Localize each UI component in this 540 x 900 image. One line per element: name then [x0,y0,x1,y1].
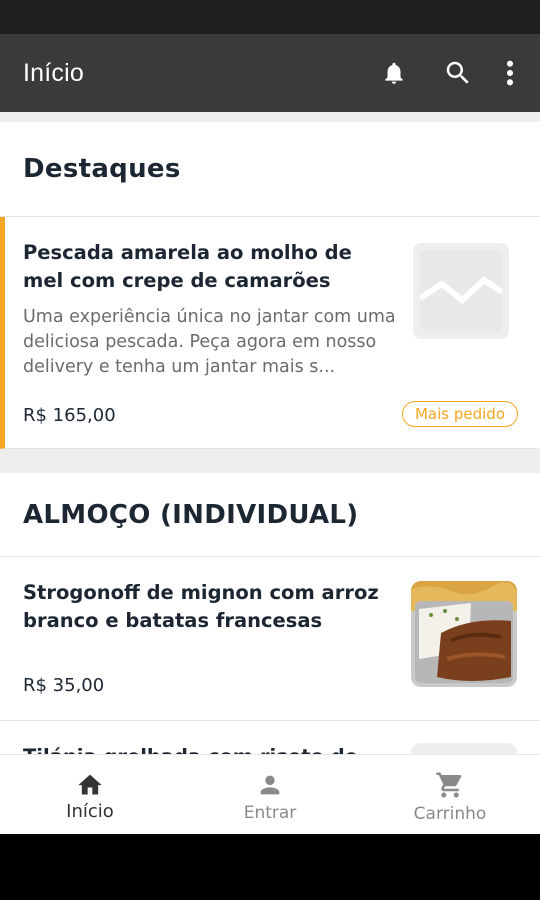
product-card-tilapia[interactable]: Tilápia grelhada com risoto de [0,721,540,754]
section-header: ALMOÇO (INDIVIDUAL) [0,473,540,557]
strogonoff-photo [411,581,517,687]
product-price: R$ 35,00 [23,675,105,696]
nav-item-inicio[interactable]: Início [0,755,180,834]
nav-item-entrar[interactable]: Entrar [180,755,360,834]
section-title: Destaques [23,154,181,184]
product-image [411,581,517,687]
bell-icon [385,62,403,84]
app-bar-actions [362,34,540,112]
section-title: ALMOÇO (INDIVIDUAL) [23,499,359,530]
product-name: Pescada amarela ao molho de mel com crep… [23,241,352,292]
section-destaques: Destaques Pescada amarela ao molho de me… [0,122,540,449]
system-nav-area [0,834,540,900]
product-name: Tilápia grelhada com risoto de [23,743,393,754]
nav-label: Início [66,801,114,822]
more-vert-icon [506,60,514,86]
person-icon [260,775,280,794]
search-button[interactable] [426,34,490,112]
search-icon [446,61,469,84]
nav-label: Entrar [243,802,297,823]
product-price: R$ 165,00 [23,405,116,426]
section-header: Destaques [0,122,540,217]
product-image [413,243,509,339]
product-card-strogonoff[interactable]: Strogonoff de mignon com arroz branco e … [0,557,540,721]
image-placeholder-icon [420,250,502,332]
notifications-button[interactable] [362,34,426,112]
page-title: Início [23,58,84,87]
top-spacer [0,112,540,122]
cart-icon [436,772,462,797]
home-icon [78,774,102,795]
product-image [411,743,517,754]
popular-badge: Mais pedido [401,401,518,427]
nav-item-carrinho[interactable]: Carrinho [360,755,540,834]
main-content[interactable]: Destaques Pescada amarela ao molho de me… [0,112,540,754]
status-bar [0,0,540,34]
product-card-pescada[interactable]: Pescada amarela ao molho de mel com crep… [0,217,540,449]
app-bar: Início [0,34,540,112]
bottom-navigation: Início Entrar Carrinho [0,754,540,834]
section-gap [0,449,540,473]
nav-label: Carrinho [413,803,487,824]
product-name: Strogonoff de mignon com arroz branco e … [23,581,379,632]
more-options-button[interactable] [490,34,540,112]
section-almoco: ALMOÇO (INDIVIDUAL) Strogonoff de mignon… [0,473,540,754]
product-description: Uma experiência única no jantar com uma … [23,307,396,377]
